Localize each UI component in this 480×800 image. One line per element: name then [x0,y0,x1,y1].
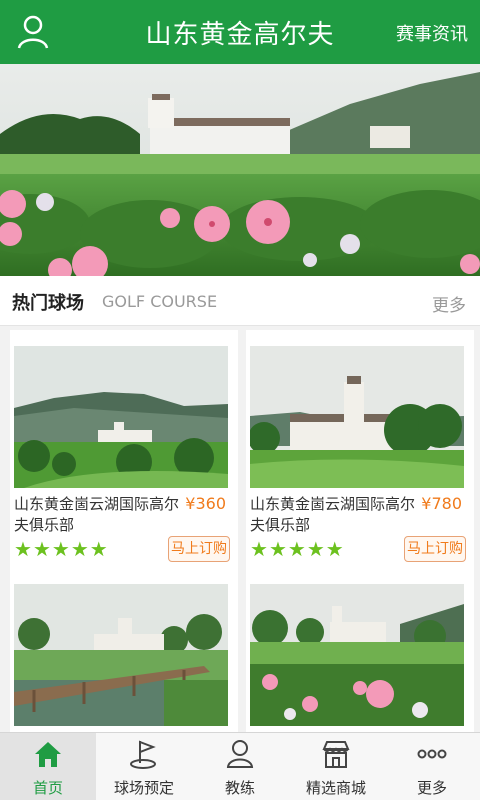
shop-icon [321,739,351,769]
tab-home[interactable]: 首页 [0,733,96,800]
person-icon [225,739,255,769]
tab-label: 球场预定 [113,779,174,797]
tab-course-booking[interactable]: 球场预定 [96,733,192,800]
star-icon: ★ [70,537,89,561]
star-icon: ★ [250,537,268,561]
section-subtitle: GOLF COURSE [102,292,218,311]
course-card[interactable] [10,568,238,732]
tab-more[interactable]: 更多 [384,733,480,800]
star-icon: ★ [325,537,344,561]
tab-shop[interactable]: 精选商城 [288,733,384,800]
book-now-button[interactable]: 马上订购 [404,536,466,562]
tab-label: 首页 [32,779,63,797]
star-icon: ★ [51,537,70,561]
star-icon: ★ [32,537,51,561]
course-name: 山东黄金崮云湖国际高尔夫俱乐部 [250,495,416,534]
more-icon [417,739,447,769]
star-icon: ★ [306,537,325,561]
course-card[interactable]: 山东黄金崮云湖国际高尔夫俱乐部 ¥360 ★ ★ ★ ★ ★ 马上订购 [10,330,238,574]
tab-label: 更多 [416,779,447,797]
course-photo [250,584,464,726]
app-header: 山东黄金高尔夫 赛事资讯 [0,0,480,64]
course-price: ¥360 [185,494,226,513]
rating-stars: ★ ★ ★ ★ ★ [14,538,108,560]
course-price: ¥780 [421,494,462,513]
bottom-tab-bar: 首页 球场预定 教练 精选商城 更多 [0,732,480,800]
star-icon: ★ [287,537,306,561]
tab-label: 教练 [224,779,255,797]
golf-flag-icon [129,739,159,769]
course-photo [14,584,228,726]
banner-image [0,64,480,276]
star-icon: ★ [268,537,287,561]
course-card[interactable] [246,568,474,732]
home-icon [33,739,63,769]
star-icon: ★ [89,537,108,561]
course-photo [14,346,228,488]
hot-courses-header: 热门球场 GOLF COURSE 更多 [0,276,480,326]
event-news-link[interactable]: 赛事资讯 [396,20,468,46]
book-now-button[interactable]: 马上订购 [168,536,230,562]
tab-label: 精选商城 [305,779,366,797]
course-photo [250,346,464,488]
rating-stars: ★ ★ ★ ★ ★ [250,538,344,560]
course-name: 山东黄金崮云湖国际高尔夫俱乐部 [14,495,180,534]
tab-coach[interactable]: 教练 [192,733,288,800]
banner-carousel[interactable] [0,64,480,276]
star-icon: ★ [14,537,32,561]
course-grid: 山东黄金崮云湖国际高尔夫俱乐部 ¥360 ★ ★ ★ ★ ★ 马上订购 山东黄金… [0,330,480,732]
more-link[interactable]: 更多 [432,291,466,316]
course-card[interactable]: 山东黄金崮云湖国际高尔夫俱乐部 ¥780 ★ ★ ★ ★ ★ 马上订购 [246,330,474,574]
section-title: 热门球场 [12,293,84,314]
